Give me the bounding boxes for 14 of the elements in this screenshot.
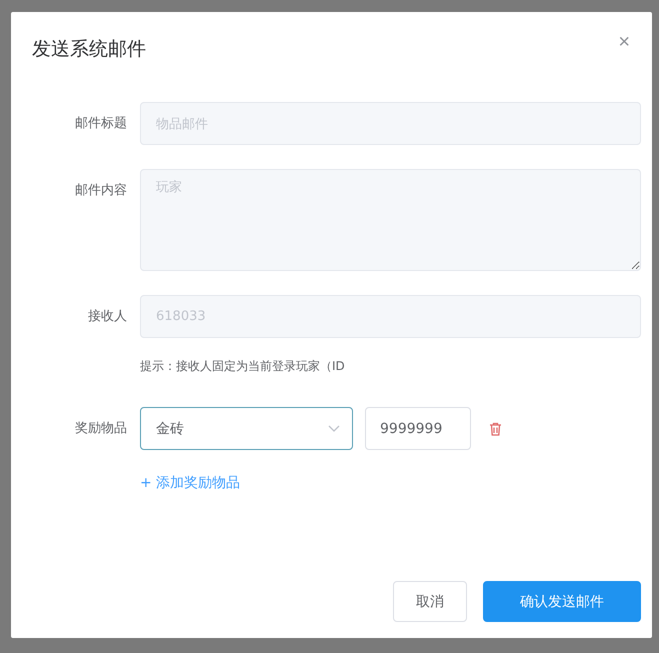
delete-button[interactable] (489, 422, 502, 436)
field-label: 邮件标题 (74, 115, 127, 133)
dialog-title: 发送系统邮件 (32, 37, 146, 62)
item-select[interactable]: 金砖 (140, 407, 353, 450)
cancel-button[interactable]: 取消 (393, 581, 467, 622)
field-label: 接收人 (87, 308, 127, 326)
close-button[interactable]: × (618, 32, 630, 52)
field-label: 邮件内容 (74, 182, 127, 200)
field-label: 奖励物品 (74, 420, 127, 438)
chevron-icon (328, 424, 340, 432)
hint-text: 提示：接收人固定为当前登录玩家（ID (140, 358, 346, 375)
confirm-button[interactable]: 确认发送邮件 (483, 581, 641, 622)
add-item-link[interactable]: + 添加奖励物品 (140, 474, 240, 492)
quantity-field[interactable]: 9999999 (365, 407, 471, 450)
